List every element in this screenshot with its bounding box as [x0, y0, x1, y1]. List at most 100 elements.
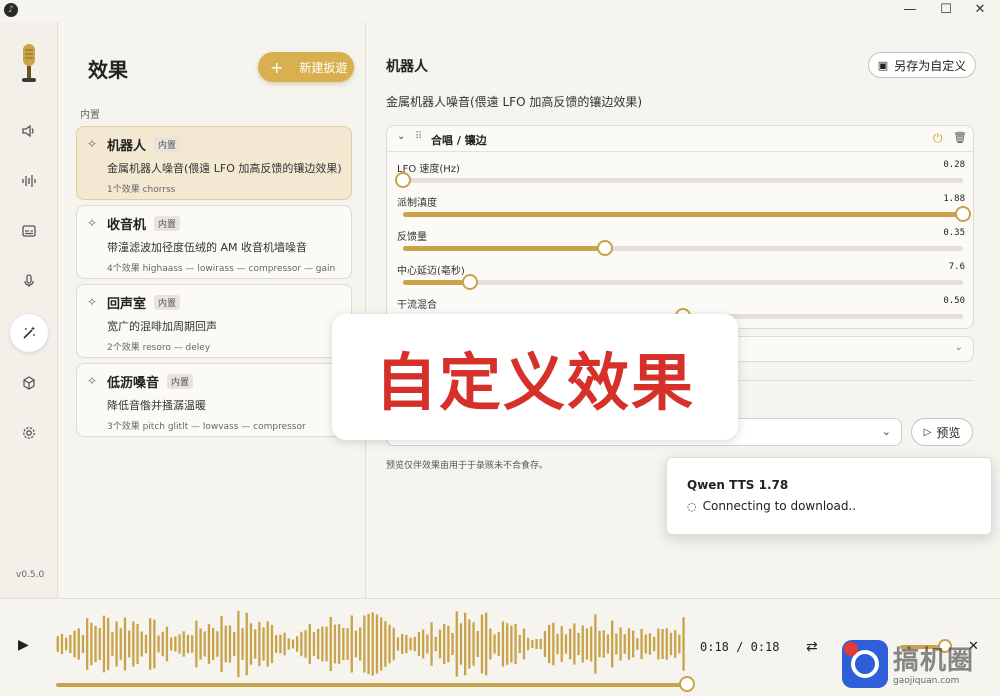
slider-thumb[interactable]: [596, 240, 613, 256]
waveform-bar: [506, 623, 509, 665]
spinner-icon: ◌: [687, 499, 697, 513]
page-title: 效果: [88, 58, 128, 82]
waveform-bar: [535, 639, 538, 649]
waveform-bar: [354, 630, 358, 658]
waveform-bar: [443, 623, 446, 665]
waveform-bar: [98, 628, 101, 660]
waveform-bar: [606, 634, 610, 654]
waveform-bar: [363, 615, 366, 673]
waveform-bar: [296, 636, 299, 652]
download-toast: Qwen TTS 1.78 ◌ Connecting to download..: [666, 457, 992, 535]
app-logo-icon: ♪: [4, 3, 18, 17]
builtin-badge: 内置: [154, 295, 181, 310]
waveform-bar: [233, 632, 236, 656]
param-label: 干流混合: [397, 300, 437, 311]
waveform-bar: [674, 630, 677, 658]
waveform-bar: [468, 619, 471, 669]
magic-wand-icon[interactable]: [10, 314, 48, 352]
waveform-bar: [224, 625, 227, 663]
watermark-dot-icon: [844, 642, 858, 656]
progress-thumb[interactable]: [679, 676, 695, 692]
drag-handle-icon[interactable]: ⠿: [415, 131, 422, 142]
waveform[interactable]: [56, 609, 686, 679]
preview-label: 预览: [936, 425, 961, 440]
waveform-bar: [325, 626, 328, 662]
preset-card-robot[interactable]: ✧ 机器人 内置 金属机器人噪音(偎遠 LFO 加高反馈的镶边效果) 1个效果 …: [76, 126, 352, 200]
waveform-bar: [623, 634, 626, 654]
waveform-bar: [191, 635, 194, 653]
preset-name: 低沥嗓音: [107, 376, 160, 391]
waveform-bar: [392, 627, 395, 661]
magic-wand-icon: ✧: [87, 295, 98, 309]
waveform-bar: [279, 634, 282, 654]
new-preset-button[interactable]: + 新建扳遊: [258, 52, 354, 82]
mic-icon[interactable]: [14, 266, 44, 296]
waveform-bar: [388, 624, 391, 664]
maximize-button[interactable]: ☐: [936, 2, 956, 18]
minimize-button[interactable]: —: [900, 2, 920, 18]
save-as-custom-button[interactable]: ▣ 另存为自定义: [868, 52, 976, 78]
waveform-bar: [182, 631, 185, 657]
waveform-bar: [401, 634, 404, 654]
waveform-bar: [522, 628, 526, 660]
subtitle-icon[interactable]: [14, 216, 44, 246]
waveform-bar: [560, 626, 563, 662]
trash-icon[interactable]: 🗑: [953, 131, 967, 144]
gear-icon[interactable]: [14, 418, 44, 448]
waveform-bar: [77, 628, 80, 660]
cube-icon[interactable]: [14, 368, 44, 398]
slider-thumb[interactable]: [395, 172, 411, 188]
waveform-bar: [447, 625, 450, 663]
waveform-bar: [107, 618, 110, 670]
param-value: 1.88: [943, 194, 965, 204]
progress-bar[interactable]: [56, 683, 686, 687]
section-label-builtin: 内置: [80, 110, 100, 121]
waveform-bar: [527, 637, 530, 651]
slider-track[interactable]: [403, 274, 963, 290]
play-icon[interactable]: ▶: [18, 637, 29, 653]
speaker-icon[interactable]: [14, 116, 44, 146]
slider-track[interactable]: [403, 206, 971, 222]
preset-card-radio[interactable]: ✧ 收音机 内置 带潼滤波加径度伍绒的 AM 收音机墙噪音 4个效果 higha…: [76, 205, 352, 279]
waveform-icon[interactable]: [14, 166, 44, 196]
slider-track[interactable]: [395, 172, 963, 188]
slider-thumb[interactable]: [462, 274, 479, 290]
effect-header[interactable]: ⌄ ⠿ 合唱 / 镶边 ⏻ 🗑: [387, 126, 973, 152]
chevron-down-icon[interactable]: ⌄: [397, 131, 405, 142]
waveform-bar: [396, 637, 400, 651]
window-close-button[interactable]: ✕: [970, 2, 990, 18]
slider-thumb[interactable]: [955, 206, 971, 222]
preset-card-echo[interactable]: ✧ 回声室 内置 宽广的混啡加周期回声 2个效果 resoro — deley: [76, 284, 352, 358]
param-value: 7.6: [948, 262, 965, 272]
param-depth: 派制滇度 1.88: [397, 194, 971, 224]
waveform-bar: [501, 621, 505, 667]
title-bar: ♪ — ☐ ✕: [0, 0, 1000, 22]
preview-button[interactable]: ▷ 预览: [911, 418, 973, 446]
waveform-bar: [270, 624, 274, 664]
waveform-bar: [380, 617, 383, 671]
waveform-bar: [119, 628, 122, 660]
builtin-badge: 内置: [154, 216, 181, 231]
waveform-bar: [195, 620, 198, 668]
waveform-bar: [480, 614, 484, 674]
plus-icon: +: [270, 57, 284, 77]
waveform-bar: [123, 617, 127, 671]
param-value: 0.35: [943, 228, 965, 238]
param-feedback: 反馈量 0.35: [397, 228, 965, 258]
waveform-bar: [384, 621, 387, 667]
param-value: 0.28: [943, 160, 965, 170]
preset-name: 收音机: [107, 218, 147, 233]
chevron-down-icon: ⌄: [954, 342, 963, 353]
app-version: v0.5.0: [16, 570, 45, 580]
waveform-bar: [543, 630, 547, 658]
loop-icon[interactable]: ⇄: [806, 639, 818, 655]
preset-card-low-voice[interactable]: ✧ 低沥嗓音 内置 降低音偺并掻潺温暖 3个效果 pitch glitlt — …: [76, 363, 352, 437]
slider-track[interactable]: [403, 240, 963, 256]
save-as-custom-label: 另存为自定义: [894, 58, 967, 73]
waveform-bar: [405, 634, 408, 654]
power-icon[interactable]: ⏻: [933, 131, 943, 146]
waveform-bar: [430, 622, 433, 666]
waveform-bar: [174, 636, 177, 652]
chevron-down-icon: ⌄: [881, 425, 891, 438]
waveform-bar: [678, 634, 681, 654]
